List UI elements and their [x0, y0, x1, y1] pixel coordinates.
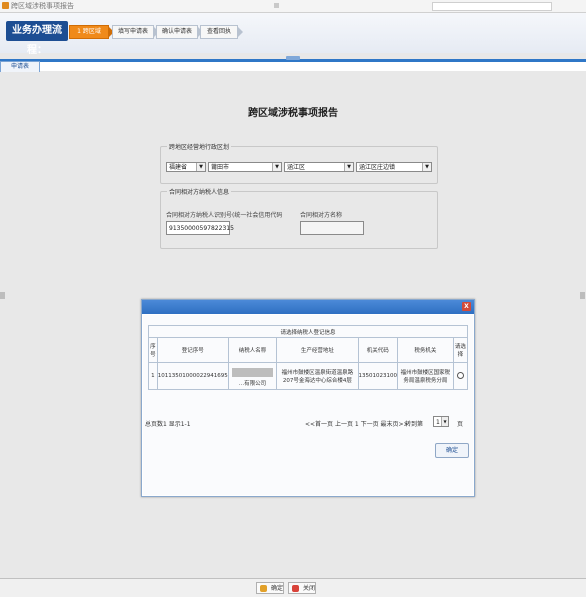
pager-unit: 页 — [457, 421, 464, 428]
app-icon — [2, 2, 9, 9]
close-icon — [292, 585, 299, 592]
step-2-label: 填写申请表 — [117, 28, 148, 35]
process-label: 业务办理流程： — [6, 21, 68, 56]
taxpayer-fieldset: 合同相对方纳税人信息 — [160, 187, 438, 249]
dialog-confirm-button[interactable]: 确定 — [435, 443, 469, 458]
col-index: 序号 — [148, 337, 158, 363]
close-icon[interactable]: X — [462, 302, 471, 311]
tab-bar-fill — [40, 62, 586, 71]
street-value: 涵江区庄边镇 — [359, 164, 396, 171]
city-value: 莆田市 — [211, 164, 230, 171]
district-select[interactable]: 涵江区 ▼ — [284, 162, 354, 172]
table-caption-row: 请选择纳税人登记信息 — [148, 325, 468, 338]
pager-nav[interactable]: <<首一页 上一页 1 下一页 最末页>> — [305, 419, 409, 428]
province-select[interactable]: 福建省 ▼ — [166, 162, 206, 172]
step-2[interactable]: 填写申请表 — [112, 25, 159, 39]
taxpayer-id-label: 合同相对方纳税人识别号(统一社会信用代码 — [166, 212, 283, 219]
collapse-grip[interactable] — [286, 56, 300, 60]
window-title: 跨区域涉税事项报告 — [11, 2, 74, 10]
pager-goto-label: 转到第 — [405, 421, 424, 428]
tab-application-label: 申请表 — [10, 63, 29, 70]
region-legend: 跨地区经营地行政区划 — [167, 142, 232, 151]
col-tax-office: 税务机关 — [397, 337, 454, 363]
dialog-header: X — [142, 300, 474, 314]
row-tax-office: 福州市鼓楼区国家税务局温泉税务分局 — [397, 362, 454, 390]
confirm-icon — [260, 585, 267, 592]
right-scroll-marker — [580, 292, 585, 299]
col-name: 纳税人名称 — [227, 337, 278, 363]
col-org-code: 机关代码 — [357, 337, 399, 363]
row-address: 福州市鼓楼区温泉街道温泉路207号金海达中心综合楼4层 — [276, 362, 359, 390]
step-3[interactable]: 确认申请表 — [156, 25, 203, 39]
step-4-label: 查看回执 — [206, 28, 231, 35]
taxpayer-legend: 合同相对方纳税人信息 — [167, 187, 232, 196]
select-radio[interactable] — [456, 371, 464, 379]
step-4[interactable]: 查看回执 — [200, 25, 243, 39]
province-value: 福建省 — [169, 164, 188, 171]
bottom-toolbar: 确定 关闭 — [0, 578, 586, 597]
chevron-down-icon: ▼ — [344, 163, 353, 171]
chevron-down-icon: ▼ — [272, 163, 281, 171]
taxpayer-select-dialog: X 请选择纳税人登记信息 序号 登记序号 纳税人名称 生产经营地址 机关代码 税… — [141, 299, 475, 497]
titlebar-field[interactable] — [432, 2, 552, 11]
city-select[interactable]: 莆田市 ▼ — [208, 162, 282, 172]
report-title: 跨区域涉税事项报告 — [248, 108, 338, 119]
pager-summary: 总页数1 显示1-1 — [145, 421, 191, 428]
row-name-text: ...有限公司 — [238, 380, 267, 387]
titlebar-marker — [274, 3, 279, 8]
row-org-code: 13501023100 — [357, 362, 399, 390]
dialog-body: 请选择纳税人登记信息 序号 登记序号 纳税人名称 生产经营地址 机关代码 税务机… — [143, 315, 473, 495]
col-address: 生产经营地址 — [276, 337, 359, 363]
window-titlebar: 跨区域涉税事项报告 — [0, 0, 586, 13]
row-select — [452, 362, 469, 390]
step-arrow — [238, 27, 243, 37]
confirm-button[interactable]: 确定 — [256, 582, 284, 594]
chevron-down-icon: ▼ — [422, 163, 431, 171]
chevron-down-icon: ▼ — [441, 417, 448, 426]
table-row[interactable]: 1 10113501000022941695 ...有限公司 福州市鼓楼区温泉街… — [148, 362, 469, 390]
table-caption: 请选择纳税人登记信息 — [148, 325, 468, 338]
tab-application[interactable]: 申请表 — [0, 61, 40, 72]
confirm-button-label: 确定 — [271, 585, 284, 592]
counterparty-name-input[interactable] — [300, 221, 364, 235]
registration-table: 请选择纳税人登记信息 序号 登记序号 纳税人名称 生产经营地址 机关代码 税务机… — [148, 325, 469, 390]
blurred-name — [231, 367, 274, 377]
chevron-down-icon: ▼ — [196, 163, 205, 171]
street-select[interactable]: 涵江区庄边镇 ▼ — [356, 162, 432, 172]
row-reg-no: 10113501000022941695 — [156, 362, 229, 390]
process-label-text: 业务办理流程 — [12, 25, 62, 56]
page-select-value: 1 — [436, 419, 440, 426]
col-select: 请选择 — [452, 337, 469, 363]
counterparty-name-label: 合同相对方名称 — [300, 212, 343, 219]
process-bar: 业务办理流程： 1 跨区域 填写申请表 确认申请表 查看回执 — [0, 13, 586, 56]
table-header-row: 序号 登记序号 纳税人名称 生产经营地址 机关代码 税务机关 请选择 — [148, 337, 469, 363]
col-reg-no: 登记序号 — [156, 337, 229, 363]
step-3-label: 确认申请表 — [161, 28, 192, 35]
step-1[interactable]: 1 跨区域 — [69, 25, 114, 39]
row-index: 1 — [148, 362, 158, 390]
district-value: 涵江区 — [287, 164, 306, 171]
row-name: ...有限公司 — [227, 362, 278, 390]
close-button[interactable]: 关闭 — [288, 582, 316, 594]
close-button-label: 关闭 — [303, 585, 316, 592]
step-1-label: 1 跨区域 — [77, 28, 101, 35]
taxpayer-id-input[interactable]: 91350000597822315 — [166, 221, 234, 235]
page-select[interactable]: 1 ▼ — [433, 416, 449, 427]
left-scroll-marker — [0, 292, 5, 299]
